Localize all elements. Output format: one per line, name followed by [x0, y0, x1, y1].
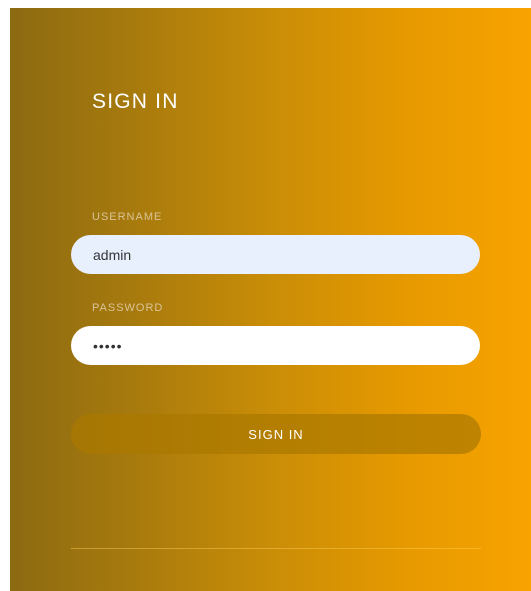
username-input[interactable] — [71, 235, 480, 274]
login-card: SIGN IN USERNAME PASSWORD SIGN IN — [10, 8, 531, 591]
divider — [71, 548, 481, 549]
username-label: USERNAME — [92, 211, 163, 223]
sign-in-button[interactable]: SIGN IN — [71, 414, 481, 454]
password-input[interactable] — [71, 326, 480, 365]
password-label: PASSWORD — [92, 302, 164, 314]
page-title: SIGN IN — [92, 90, 179, 113]
